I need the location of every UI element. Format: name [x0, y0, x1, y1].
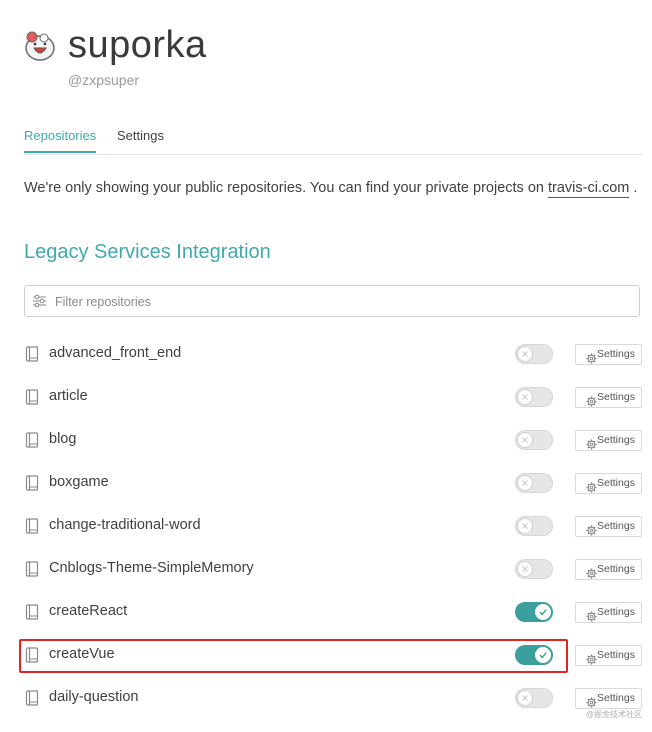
repo-settings-button[interactable]: Settings	[575, 602, 642, 623]
gear-icon	[581, 564, 597, 579]
repo-settings-button[interactable]: Settings	[575, 473, 642, 494]
repo-name[interactable]: article	[49, 388, 88, 404]
gear-icon	[581, 478, 597, 493]
repo-name[interactable]: createVue	[49, 646, 115, 662]
section-title: Legacy Services Integration	[24, 241, 271, 263]
filter-box[interactable]	[24, 285, 640, 318]
repo-book-icon	[25, 475, 39, 491]
repo-name[interactable]: boxgame	[49, 474, 109, 490]
gear-icon	[581, 693, 597, 708]
x-icon	[517, 389, 533, 405]
repo-toggle[interactable]	[515, 645, 553, 665]
repo-row-advanced_front_end: advanced_front_end Settings	[0, 333, 652, 376]
repo-settings-button[interactable]: Settings	[575, 559, 642, 580]
repo-name[interactable]: createReact	[49, 603, 127, 619]
avatar	[25, 31, 55, 61]
repo-name[interactable]: daily-question	[49, 689, 138, 705]
repo-book-icon	[25, 604, 39, 620]
repo-book-icon	[25, 346, 39, 362]
repo-toggle[interactable]	[515, 602, 553, 622]
gear-icon	[581, 607, 597, 622]
tab-repositories[interactable]: Repositories	[24, 128, 97, 153]
repo-name[interactable]: blog	[49, 431, 76, 447]
repo-settings-button[interactable]: Settings	[575, 387, 642, 408]
repo-row-blog: blog Settings	[0, 419, 652, 462]
repository-list: advanced_front_end Settings article Setting…	[0, 333, 652, 720]
repo-row-createReact: createReact Settings	[0, 591, 652, 634]
tab-bar: Repositories Settings	[24, 126, 642, 155]
profile-header: suporka @zxpsuper	[22, 22, 422, 102]
repo-book-icon	[25, 647, 39, 663]
repo-toggle[interactable]	[515, 387, 553, 407]
repo-row-Cnblogs-Theme-SimpleMemory: Cnblogs-Theme-SimpleMemory Settings	[0, 548, 652, 591]
gear-icon	[581, 650, 597, 665]
gear-icon	[581, 392, 597, 407]
repo-settings-button[interactable]: Settings	[575, 645, 642, 666]
repo-book-icon	[25, 690, 39, 706]
settings-button-label: Settings	[597, 606, 635, 618]
repo-book-icon	[25, 432, 39, 448]
settings-button-label: Settings	[597, 434, 635, 446]
gear-icon	[581, 435, 597, 450]
travis-ci-link[interactable]: travis-ci.com	[547, 180, 630, 198]
notice-text: We're only showing your public repositor…	[24, 180, 548, 196]
sliders-icon	[33, 294, 46, 308]
repo-toggle[interactable]	[515, 559, 553, 579]
repo-settings-button[interactable]: Settings	[575, 516, 642, 537]
repo-toggle[interactable]	[515, 688, 553, 708]
repo-toggle[interactable]	[515, 430, 553, 450]
settings-button-label: Settings	[597, 649, 635, 661]
repo-settings-button[interactable]: Settings	[575, 688, 642, 709]
tab-settings[interactable]: Settings	[117, 128, 164, 143]
x-icon	[517, 346, 533, 362]
username: suporka	[68, 24, 207, 66]
settings-button-label: Settings	[597, 563, 635, 575]
repo-toggle[interactable]	[515, 516, 553, 536]
gear-icon	[581, 521, 597, 536]
check-icon	[535, 604, 551, 620]
repo-settings-button[interactable]: Settings	[575, 344, 642, 365]
repo-row-daily-question: daily-question Settings	[0, 677, 652, 720]
x-icon	[517, 475, 533, 491]
repo-row-createVue: createVue Settings	[0, 634, 652, 677]
check-icon	[535, 647, 551, 663]
repo-row-article: article Settings	[0, 376, 652, 419]
repo-row-boxgame: boxgame Settings	[0, 462, 652, 505]
repo-row-change-traditional-word: change-traditional-word Settings	[0, 505, 652, 548]
x-icon	[517, 518, 533, 534]
x-icon	[517, 690, 533, 706]
notice-suffix: .	[629, 180, 638, 196]
repo-book-icon	[25, 561, 39, 577]
settings-button-label: Settings	[597, 477, 635, 489]
repo-settings-button[interactable]: Settings	[575, 430, 642, 451]
gear-icon	[581, 349, 597, 364]
user-handle: @zxpsuper	[68, 72, 140, 88]
repo-book-icon	[25, 389, 39, 405]
settings-button-label: Settings	[597, 520, 635, 532]
watermark: @掘金技术社区	[585, 710, 642, 719]
settings-button-label: Settings	[597, 692, 635, 704]
x-icon	[517, 561, 533, 577]
repo-book-icon	[25, 518, 39, 534]
settings-button-label: Settings	[597, 391, 635, 403]
settings-button-label: Settings	[597, 348, 635, 360]
repo-toggle[interactable]	[515, 473, 553, 493]
repo-name[interactable]: Cnblogs-Theme-SimpleMemory	[49, 560, 254, 576]
repo-toggle[interactable]	[515, 344, 553, 364]
filter-input[interactable]	[53, 286, 617, 318]
x-icon	[517, 432, 533, 448]
repo-name[interactable]: change-traditional-word	[49, 517, 201, 533]
public-repos-notice: We're only showing your public repositor…	[24, 180, 638, 198]
repo-name[interactable]: advanced_front_end	[49, 345, 181, 361]
